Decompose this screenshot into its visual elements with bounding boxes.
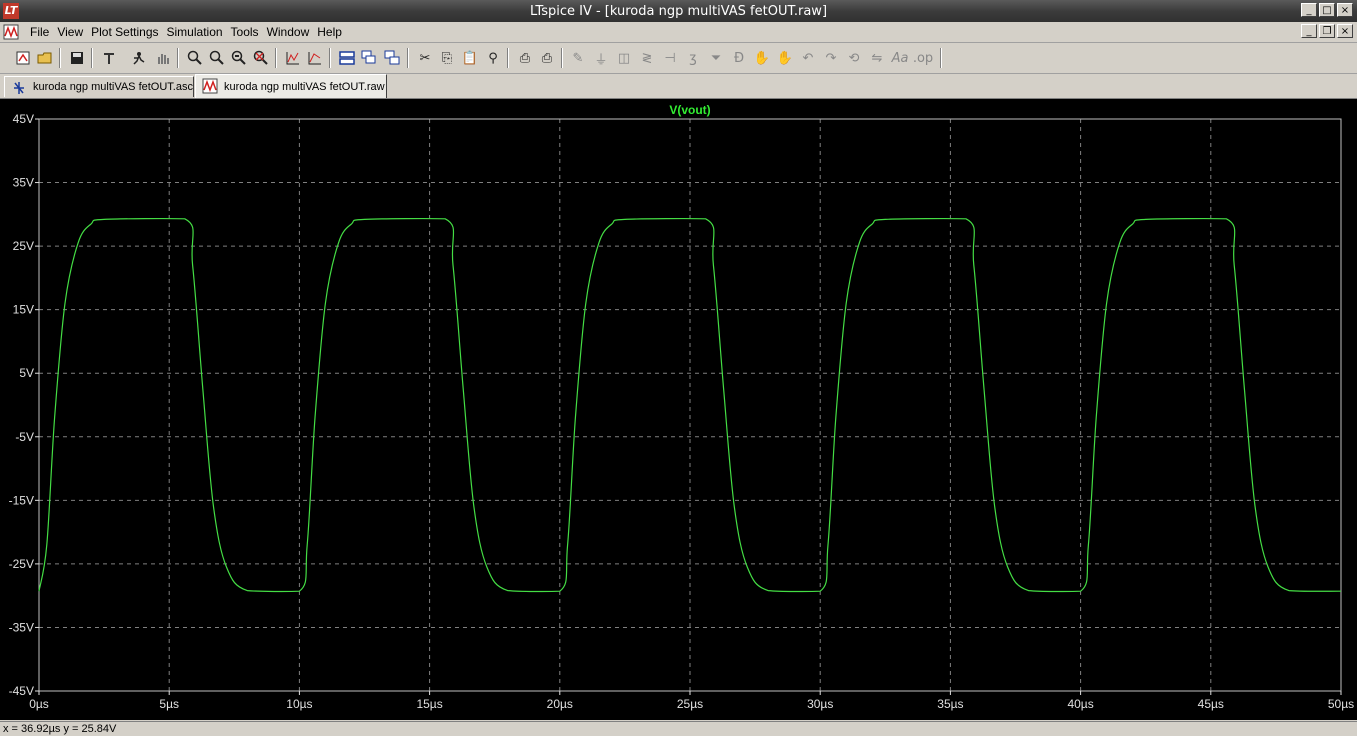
- x-tick-label[interactable]: 35µs: [937, 697, 963, 711]
- x-tick-label[interactable]: 15µs: [416, 697, 442, 711]
- ground-icon[interactable]: ⏚: [592, 49, 610, 68]
- x-axis: 0µs 5µs 10µs 15µs 20µs 25µs 30µs 35µs 40µs 45µs 50…: [29, 691, 1354, 711]
- menu-window[interactable]: Window: [263, 25, 314, 39]
- label-icon[interactable]: ◫: [615, 49, 633, 67]
- y-tick-label[interactable]: -25V: [9, 557, 34, 571]
- x-tick-label[interactable]: 0µs: [29, 697, 49, 711]
- y-tick-label[interactable]: 5V: [19, 366, 34, 380]
- drag-icon[interactable]: ✋: [776, 49, 794, 67]
- x-tick-label[interactable]: 25µs: [677, 697, 703, 711]
- autorange-icon[interactable]: [284, 49, 302, 67]
- mdi-close-button[interactable]: ×: [1337, 24, 1353, 38]
- cascade-icon[interactable]: [360, 49, 378, 67]
- move-icon[interactable]: ✋: [753, 49, 771, 67]
- minimize-button[interactable]: _: [1301, 3, 1317, 17]
- capacitor-icon[interactable]: ⊣: [661, 49, 679, 67]
- window-controls: _ □ ×: [1301, 3, 1353, 17]
- grid-icon[interactable]: [306, 49, 324, 67]
- y-tick-label[interactable]: 35V: [13, 176, 34, 190]
- x-tick-label[interactable]: 5µs: [159, 697, 179, 711]
- menu-view[interactable]: View: [53, 25, 87, 39]
- wire-icon[interactable]: ✎: [569, 49, 587, 67]
- x-tick-label[interactable]: 50µs: [1328, 697, 1354, 711]
- trace-title[interactable]: V(vout): [669, 103, 710, 117]
- y-tick-label[interactable]: 45V: [13, 112, 34, 126]
- tab-waveform[interactable]: kuroda ngp multiVAS fetOUT.raw: [195, 74, 387, 98]
- mdi-minimize-button[interactable]: _: [1301, 24, 1317, 38]
- menu-file[interactable]: File: [26, 25, 53, 39]
- menu-bar: File View Plot Settings Simulation Tools…: [0, 22, 1357, 43]
- menu-help[interactable]: Help: [313, 25, 346, 39]
- open-file-icon[interactable]: [36, 49, 54, 67]
- resistor-icon[interactable]: ≷: [638, 49, 656, 67]
- title-bar: LT LTspice IV - [kuroda ngp multiVAS fet…: [0, 0, 1357, 22]
- maximize-button[interactable]: □: [1319, 3, 1335, 17]
- y-tick-label[interactable]: -15V: [9, 493, 34, 507]
- undo-icon[interactable]: ↶: [799, 49, 817, 67]
- x-tick-label[interactable]: 20µs: [547, 697, 573, 711]
- plot-border: [38, 118, 1342, 692]
- tab-waveform-label: kuroda ngp multiVAS fetOUT.raw: [224, 81, 385, 93]
- toolbar: ✂ ⎘ 📋 ⚲ ⎙ ⎙ ✎ ⏚ ◫ ≷ ⊣ ʒ ⏷ Ð ✋ ✋ ↶ ↷ ⟲ ⇋ …: [0, 43, 1357, 74]
- y-axis: 45V 35V 25V 15V 5V -5V -15V -25V -35V -45V: [9, 112, 39, 698]
- x-tick-label[interactable]: 45µs: [1198, 697, 1224, 711]
- tab-schematic[interactable]: kuroda ngp multiVAS fetOUT.asc: [4, 76, 194, 97]
- zoom-fit-icon[interactable]: [252, 49, 270, 67]
- waveform-chart[interactable]: 45V 35V 25V 15V 5V -5V -15V -25V -35V -45V 0µs 5µs…: [0, 99, 1357, 720]
- rotate-icon[interactable]: ⟲: [845, 49, 863, 67]
- x-tick-label[interactable]: 30µs: [807, 697, 833, 711]
- menu-tools[interactable]: Tools: [227, 25, 263, 39]
- diode-icon[interactable]: ⏷: [707, 49, 725, 67]
- find-icon[interactable]: ⚲: [484, 49, 502, 67]
- y-tick-label[interactable]: 25V: [13, 239, 34, 253]
- copy-icon[interactable]: ⎘: [438, 49, 456, 67]
- text-icon[interactable]: Aa: [891, 49, 909, 67]
- close-button[interactable]: ×: [1337, 3, 1353, 17]
- halt-icon[interactable]: [154, 49, 172, 67]
- control-panel-icon[interactable]: [100, 49, 118, 67]
- zoom-back-icon[interactable]: [208, 49, 226, 67]
- zoom-out-icon[interactable]: [230, 49, 248, 67]
- x-tick-label[interactable]: 40µs: [1067, 697, 1093, 711]
- spice-directive-icon[interactable]: .op: [913, 49, 933, 67]
- document-tabs: kuroda ngp multiVAS fetOUT.asc kuroda ng…: [0, 74, 1357, 99]
- open-schematic-icon[interactable]: [14, 49, 32, 67]
- grid: [39, 119, 1341, 691]
- redo-icon[interactable]: ↷: [822, 49, 840, 67]
- print-icon[interactable]: ⎙: [538, 49, 556, 67]
- menu-simulation[interactable]: Simulation: [163, 25, 227, 39]
- menu-plot-settings[interactable]: Plot Settings: [87, 25, 162, 39]
- cut-icon[interactable]: ✂: [416, 49, 434, 67]
- menu-items: File View Plot Settings Simulation Tools…: [26, 25, 346, 39]
- window-title: LTspice IV - [kuroda ngp multiVAS fetOUT…: [529, 4, 828, 19]
- mirror-icon[interactable]: ⇋: [868, 49, 886, 67]
- plot-frame: [38, 118, 1342, 692]
- schematic-icon: [14, 82, 24, 94]
- waveform-icon: [202, 78, 218, 94]
- waveform-doc-icon[interactable]: [3, 24, 19, 40]
- y-tick-label[interactable]: -5V: [15, 430, 34, 444]
- tab-schematic-label: kuroda ngp multiVAS fetOUT.asc: [33, 81, 193, 93]
- mdi-restore-button[interactable]: ❐: [1319, 24, 1335, 38]
- tile-vertical-icon[interactable]: [383, 49, 401, 67]
- y-tick-label[interactable]: -35V: [9, 620, 34, 634]
- save-icon[interactable]: [68, 49, 86, 67]
- y-tick-label[interactable]: -45V: [9, 684, 34, 698]
- y-tick-label[interactable]: 15V: [13, 303, 34, 317]
- paste-icon[interactable]: 📋: [461, 49, 479, 67]
- zoom-in-icon[interactable]: [186, 49, 204, 67]
- run-icon[interactable]: [130, 49, 148, 67]
- waveform-plot-pane[interactable]: 45V 35V 25V 15V 5V -5V -15V -25V -35V -45V 0µs 5µs…: [0, 99, 1357, 720]
- mdi-controls: _ ❐ ×: [1301, 24, 1353, 38]
- component-icon[interactable]: Ð: [730, 49, 748, 67]
- x-tick-label[interactable]: 10µs: [286, 697, 312, 711]
- print-setup-icon[interactable]: ⎙: [516, 49, 534, 67]
- status-bar: x = 36.92µs y = 25.84V: [0, 721, 1357, 736]
- tile-horizontal-icon[interactable]: [338, 49, 356, 67]
- inductor-icon[interactable]: ʒ: [684, 49, 702, 67]
- cursor-readout: x = 36.92µs y = 25.84V: [3, 723, 117, 735]
